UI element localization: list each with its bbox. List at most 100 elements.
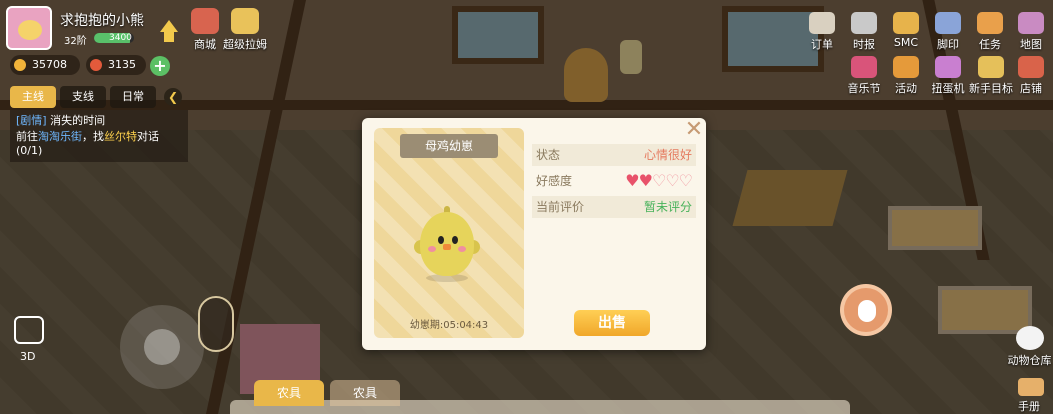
- manual-label: 手册: [1018, 400, 1040, 413]
- camera-mode-label: 3D: [20, 350, 36, 363]
- player-panel[interactable]: 求抱抱的小熊 32阶 3400: [6, 6, 188, 50]
- footprint-label: 脚印: [937, 38, 959, 51]
- gacha-button[interactable]: 扭蛋机: [926, 56, 970, 96]
- gold-coin-icon: [14, 59, 26, 71]
- chick-eye-right: [452, 236, 458, 244]
- player-name: 求抱抱的小熊: [60, 13, 144, 29]
- cow-icon: [1015, 326, 1044, 350]
- super-lam-label: 超级拉姆: [223, 38, 267, 51]
- map-button[interactable]: 地图: [1009, 12, 1053, 52]
- heart-filled-icon: ♥: [625, 171, 639, 190]
- newbie-goal-label: 新手目标: [969, 82, 1013, 95]
- shop-icon: [191, 8, 219, 34]
- gem-currency: 3135: [86, 55, 146, 75]
- growth-period: 幼崽期:05:04:43: [409, 320, 489, 331]
- task-icon: [977, 12, 1003, 34]
- chick-icon: [414, 206, 480, 282]
- tab-side-quest[interactable]: 支线: [60, 86, 106, 108]
- gem-icon: [90, 59, 102, 71]
- avatar-face: [18, 20, 42, 40]
- smc-label: SMC: [893, 36, 919, 49]
- joystick-knob[interactable]: [144, 329, 180, 365]
- music-festival-label: 音乐节: [847, 82, 881, 95]
- tab-farm-tools-2[interactable]: 农具: [330, 380, 400, 406]
- close-icon[interactable]: ✕: [684, 119, 704, 141]
- map-icon: [1018, 12, 1044, 34]
- newspaper-icon: [851, 12, 877, 34]
- add-currency-button[interactable]: +: [150, 56, 170, 76]
- rating-row: 当前评价 暂未评分: [532, 196, 696, 218]
- super-lam-button[interactable]: 超级拉姆: [222, 8, 268, 52]
- collapse-arrow-icon[interactable]: ❮: [164, 88, 182, 106]
- sell-button[interactable]: 出售: [574, 310, 650, 336]
- order-label: 订单: [811, 38, 833, 51]
- quest-tag: [剧情]: [16, 114, 47, 127]
- player-level: 32阶: [64, 36, 87, 47]
- level-up-arrow-icon[interactable]: [160, 20, 178, 32]
- tab-farm-tools[interactable]: 农具: [254, 380, 324, 406]
- status-value: 心情很好: [643, 148, 692, 162]
- gold-value: 35708: [32, 58, 67, 71]
- music-festival-button[interactable]: 音乐节: [842, 56, 886, 96]
- event-label: 活动: [895, 82, 917, 95]
- store-icon: [1018, 56, 1044, 78]
- heart-empty-icon: ♡: [665, 171, 679, 190]
- affection-row: 好感度 ♥♥♡♡♡: [532, 170, 696, 192]
- store-button[interactable]: 店铺: [1009, 56, 1053, 96]
- quest-desc-prefix: 前往: [16, 130, 38, 143]
- event-button[interactable]: 活动: [884, 56, 928, 96]
- quest-desc-line: 前往淘淘乐街，找丝尔特对话: [16, 128, 159, 144]
- book-icon: [1018, 378, 1044, 396]
- xp-text: 3400: [109, 33, 132, 43]
- newbie-goal-icon: [978, 56, 1004, 78]
- interact-button[interactable]: [840, 284, 892, 336]
- chick-beak: [443, 244, 451, 250]
- super-lam-icon: [231, 8, 259, 34]
- newspaper-button[interactable]: 时报: [842, 12, 886, 52]
- chick-eye-left: [438, 236, 444, 244]
- status-row: 状态 心情很好: [532, 144, 696, 166]
- order-icon: [809, 12, 835, 34]
- chick-cheek-right: [458, 246, 466, 252]
- heart-empty-icon: ♡: [678, 171, 693, 190]
- quest-place: 淘淘乐街: [38, 130, 82, 143]
- heart-empty-icon: ♡: [651, 171, 666, 190]
- footprint-button[interactable]: 脚印: [926, 12, 970, 52]
- hand-icon: [858, 300, 876, 322]
- avatar[interactable]: [6, 6, 52, 50]
- smc-icon: [893, 12, 919, 34]
- quest-desc-mid: ，找: [82, 130, 104, 143]
- rating-value: 暂未评分: [643, 200, 692, 214]
- quest-title: 消失的时间: [50, 114, 106, 127]
- animal-storage-button[interactable]: 动物仓库: [1006, 326, 1053, 368]
- side-door-button[interactable]: [198, 296, 234, 352]
- pet-name: 母鸡幼崽: [400, 134, 498, 158]
- level-up-arrow-stem: [164, 32, 174, 42]
- rating-label: 当前评价: [536, 200, 585, 214]
- smc-button[interactable]: SMC: [884, 12, 928, 49]
- gacha-label: 扭蛋机: [931, 82, 965, 95]
- animal-storage-label: 动物仓库: [1007, 354, 1052, 367]
- shop-button[interactable]: 商城: [188, 8, 222, 52]
- gem-value: 3135: [108, 58, 136, 71]
- footprint-icon: [935, 12, 961, 34]
- joystick[interactable]: [120, 305, 204, 389]
- quest-title-line: [剧情] 消失的时间: [16, 112, 105, 128]
- affection-label: 好感度: [536, 174, 573, 188]
- pet-portrait: 母鸡幼崽 幼崽期:05:04:43: [374, 128, 524, 338]
- manual-button[interactable]: 手册: [1018, 378, 1044, 414]
- gacha-icon: [935, 56, 961, 78]
- camera-icon[interactable]: [14, 316, 44, 344]
- music-festival-icon: [851, 56, 877, 78]
- task-button[interactable]: 任务: [968, 12, 1012, 52]
- quest-desc-suffix: 对话: [137, 130, 159, 143]
- pet-info-dialog: ✕ 母鸡幼崽 幼崽期:05:04:43 状态 心情很好 好感度 ♥♥♡♡♡ 当前…: [362, 118, 706, 350]
- status-label: 状态: [536, 148, 561, 162]
- chick-cheek-left: [428, 246, 436, 252]
- tab-daily-quest[interactable]: 日常: [110, 86, 156, 108]
- tab-main-quest[interactable]: 主线: [10, 86, 56, 108]
- heart-filled-icon: ♥: [638, 171, 653, 190]
- gold-currency: 35708: [10, 55, 80, 75]
- order-button[interactable]: 订单: [800, 12, 844, 52]
- quest-panel[interactable]: [剧情] 消失的时间 前往淘淘乐街，找丝尔特对话 (0/1): [10, 110, 188, 162]
